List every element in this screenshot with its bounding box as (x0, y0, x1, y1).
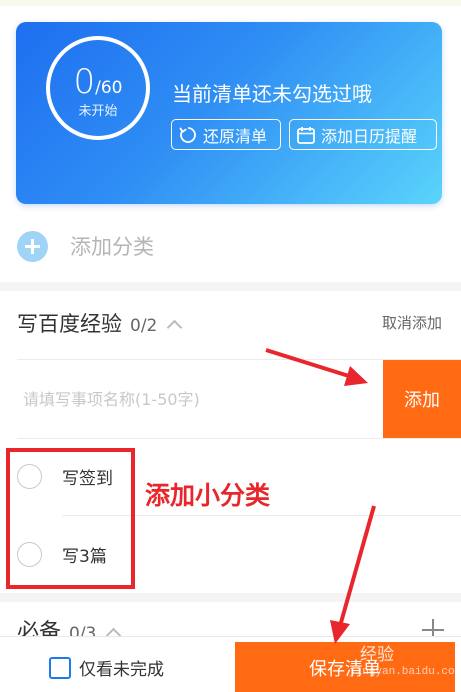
restore-list-label: 还原清单 (203, 126, 268, 146)
only-unfinished-toggle[interactable]: 仅看未完成 (49, 655, 164, 680)
only-unfinished-label: 仅看未完成 (79, 660, 164, 680)
progress-count: 0/60 (50, 62, 146, 102)
add-category-label: 添加分类 (70, 235, 154, 259)
watermark-brand: 经验 (360, 645, 394, 665)
add-category-button[interactable]: 添加分类 (17, 230, 154, 262)
total-count: /60 (95, 78, 123, 98)
annotation-box (6, 448, 135, 589)
section-separator (0, 593, 461, 602)
group-title: 写百度经验 (17, 312, 122, 336)
restore-icon (179, 126, 196, 143)
add-calendar-reminder-label: 添加日历提醒 (321, 126, 418, 146)
group-count: 0/2 (130, 316, 158, 336)
calendar-icon (297, 126, 315, 144)
divider (17, 438, 461, 439)
progress-status: 未开始 (78, 104, 118, 119)
arrow-to-save-button (330, 505, 376, 644)
progress-ring: 0/60 未开始 (46, 36, 150, 140)
top-strip (0, 0, 461, 6)
add-item-button[interactable]: 添加 (383, 360, 461, 438)
add-circle-icon (17, 230, 48, 262)
card-message: 当前清单还未勾选过哦 (172, 82, 372, 106)
chevron-up-icon[interactable] (167, 319, 183, 336)
restore-list-button[interactable]: 还原清单 (171, 119, 281, 150)
item-name-input[interactable] (17, 360, 383, 438)
section-separator (0, 282, 461, 291)
done-count: 0 (73, 62, 96, 102)
group-header[interactable]: 写百度经验 0/2 (17, 308, 183, 338)
watermark-url: jingyan.baidu.com (349, 666, 461, 678)
only-unfinished-checkbox[interactable] (49, 656, 71, 679)
annotation-text: 添加小分类 (145, 481, 271, 510)
cancel-add-button[interactable]: 取消添加 (382, 312, 442, 333)
add-calendar-reminder-button[interactable]: 添加日历提醒 (289, 119, 437, 150)
new-item-row: 添加 (17, 360, 461, 438)
progress-card: 0/60 未开始 当前清单还未勾选过哦 还原清单 添加日历提醒 (16, 22, 442, 204)
